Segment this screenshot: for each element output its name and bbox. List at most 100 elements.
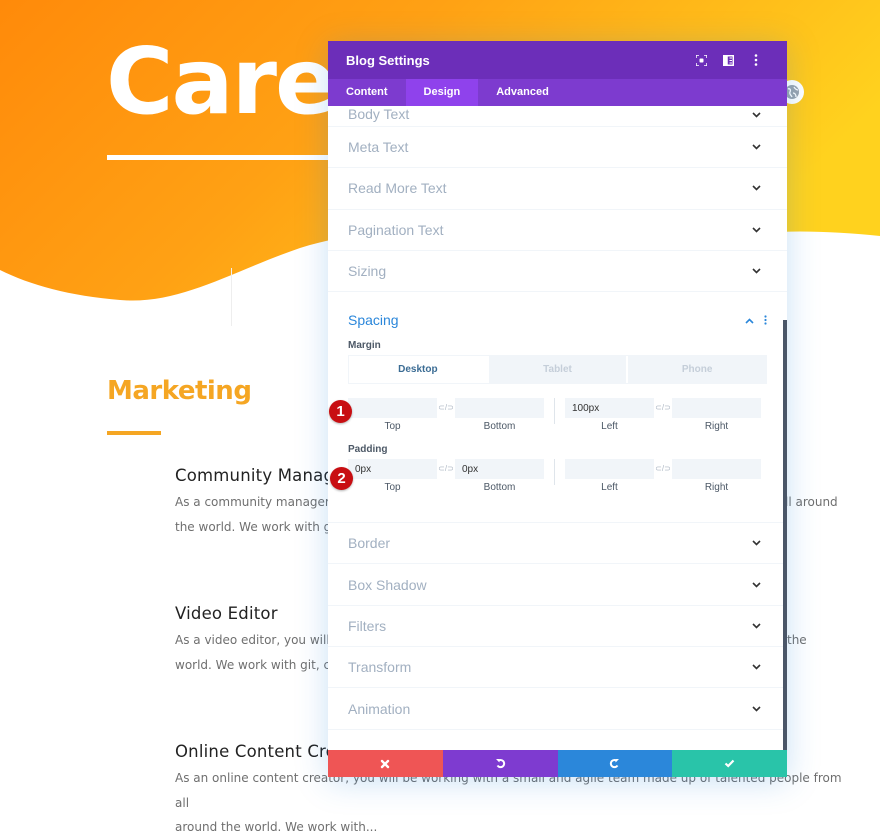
split-view-icon[interactable]: [715, 50, 742, 70]
redo-icon: [610, 758, 620, 769]
link-icon[interactable]: ⊂/⊃: [654, 398, 672, 418]
margin-top-input[interactable]: [348, 398, 437, 419]
toggle-label: Spacing: [348, 312, 399, 329]
chevron-down-icon: [749, 660, 763, 674]
section-title: Marketing: [107, 376, 252, 406]
excerpt-text-end: ll around: [785, 495, 838, 509]
chevron-down-icon: [749, 108, 763, 122]
excerpt-text: world. We work with git, cha: [175, 657, 345, 672]
hero-title: Care: [106, 28, 337, 135]
chevron-down-icon: [749, 140, 763, 154]
toggle-animation[interactable]: Animation: [328, 688, 787, 730]
link-icon[interactable]: ⊂/⊃: [654, 459, 672, 479]
caption-top: Top: [384, 421, 401, 433]
blog-settings-modal: Blog Settings Content Design Advanced Bo…: [328, 41, 787, 777]
redo-button[interactable]: [557, 750, 673, 777]
more-options-icon[interactable]: [742, 50, 769, 70]
check-icon: [724, 759, 735, 768]
chevron-down-icon: [749, 536, 763, 550]
padding-right-input[interactable]: [672, 459, 761, 480]
margin-bottom-input[interactable]: [455, 398, 544, 419]
chevron-down-icon: [749, 223, 763, 237]
padding-top-input[interactable]: [348, 459, 437, 480]
toggle-label: Pagination Text: [348, 221, 444, 238]
toggle-border[interactable]: Border: [328, 523, 787, 565]
chevron-down-icon: [749, 702, 763, 716]
chevron-down-icon: [749, 619, 763, 633]
margin-label: Margin: [348, 340, 381, 352]
toggle-label: Animation: [348, 700, 411, 717]
toggle-label: Sizing: [348, 263, 387, 280]
chevron-up-icon: [745, 311, 754, 329]
toggle-pagination-text[interactable]: Pagination Text: [328, 210, 787, 251]
excerpt-text: As a community manager, y: [175, 495, 345, 509]
modal-tabs: Content Design Advanced: [328, 79, 787, 106]
divider: [554, 459, 555, 486]
excerpt-text: the world. We work with git,: [175, 519, 344, 534]
toggle-label: Meta Text: [348, 139, 409, 156]
annotation-badge-2: 2: [330, 467, 353, 490]
margin-bottom-group: Bottom: [455, 398, 544, 432]
device-tab-phone[interactable]: Phone: [628, 356, 766, 383]
toggle-sizing[interactable]: Sizing: [328, 251, 787, 293]
toggle-spacing-open: Spacing Margin Desktop Tablet Phone Top …: [328, 292, 787, 524]
caption-bottom: Bottom: [483, 482, 516, 494]
padding-left-group: Left: [565, 459, 654, 493]
toggle-transform[interactable]: Transform: [328, 647, 787, 689]
toggle-label: Body Text: [348, 106, 410, 122]
tab-advanced[interactable]: Advanced: [478, 79, 567, 106]
column-divider: [231, 268, 232, 326]
discard-button[interactable]: [328, 750, 443, 777]
margin-inputs: Top ⊂/⊃ Bottom Left ⊂/⊃ Right: [348, 398, 767, 432]
margin-left-input[interactable]: [565, 398, 654, 419]
hero-divider: [107, 155, 332, 160]
save-button[interactable]: [672, 750, 787, 777]
toggle-read-more-text[interactable]: Read More Text: [328, 168, 787, 210]
link-icon[interactable]: ⊂/⊃: [437, 398, 455, 418]
toggle-filters[interactable]: Filters: [328, 606, 787, 648]
toggle-box-shadow[interactable]: Box Shadow: [328, 564, 787, 606]
tab-design[interactable]: Design: [405, 79, 479, 106]
padding-inputs: Top ⊂/⊃ Bottom Left ⊂/⊃ Right: [348, 459, 767, 493]
toggle-label: Filters: [348, 617, 387, 634]
caption-left: Left: [601, 482, 618, 494]
margin-left-group: Left: [565, 398, 654, 432]
toggle-label: Border: [348, 535, 391, 552]
link-icon[interactable]: ⊂/⊃: [437, 459, 455, 479]
modal-title: Blog Settings: [346, 52, 430, 68]
excerpt-text: As a video editor, you will b: [175, 633, 342, 647]
modal-footer: [328, 750, 787, 777]
excerpt-text: around the world. We work with...: [175, 820, 378, 834]
toggle-meta-text[interactable]: Meta Text: [328, 127, 787, 169]
toggle-label: Read More Text: [348, 180, 447, 197]
padding-bottom-group: Bottom: [455, 459, 544, 493]
annotation-badge-1: 1: [329, 400, 352, 423]
toggle-label: Box Shadow: [348, 576, 427, 593]
section-divider: [107, 431, 161, 435]
chevron-down-icon: [749, 578, 763, 592]
padding-right-group: Right: [672, 459, 761, 493]
toggle-body-text[interactable]: Body Text: [328, 106, 787, 127]
padding-bottom-input[interactable]: [455, 459, 544, 480]
padding-label: Padding: [348, 444, 388, 456]
device-tab-tablet[interactable]: Tablet: [489, 356, 629, 384]
caption-left: Left: [601, 421, 618, 433]
undo-button[interactable]: [442, 750, 558, 777]
modal-header[interactable]: Blog Settings: [328, 41, 787, 79]
scrollbar[interactable]: [783, 320, 787, 750]
device-tabs: Desktop Tablet Phone: [348, 355, 767, 385]
toggle-label: Transform: [348, 659, 412, 676]
device-tab-desktop[interactable]: Desktop: [349, 356, 489, 384]
padding-left-input[interactable]: [565, 459, 654, 480]
chevron-down-icon: [749, 181, 763, 195]
modal-body: Body Text Meta Text Read More Text Pagin…: [328, 106, 787, 750]
margin-right-group: Right: [672, 398, 761, 432]
more-options-icon[interactable]: [764, 315, 767, 325]
padding-top-group: Top: [348, 459, 437, 493]
tab-content[interactable]: Content: [328, 79, 406, 106]
focus-icon[interactable]: [688, 50, 715, 70]
close-icon: [381, 759, 390, 768]
margin-top-group: Top: [348, 398, 437, 432]
caption-bottom: Bottom: [483, 421, 516, 433]
margin-right-input[interactable]: [672, 398, 761, 419]
